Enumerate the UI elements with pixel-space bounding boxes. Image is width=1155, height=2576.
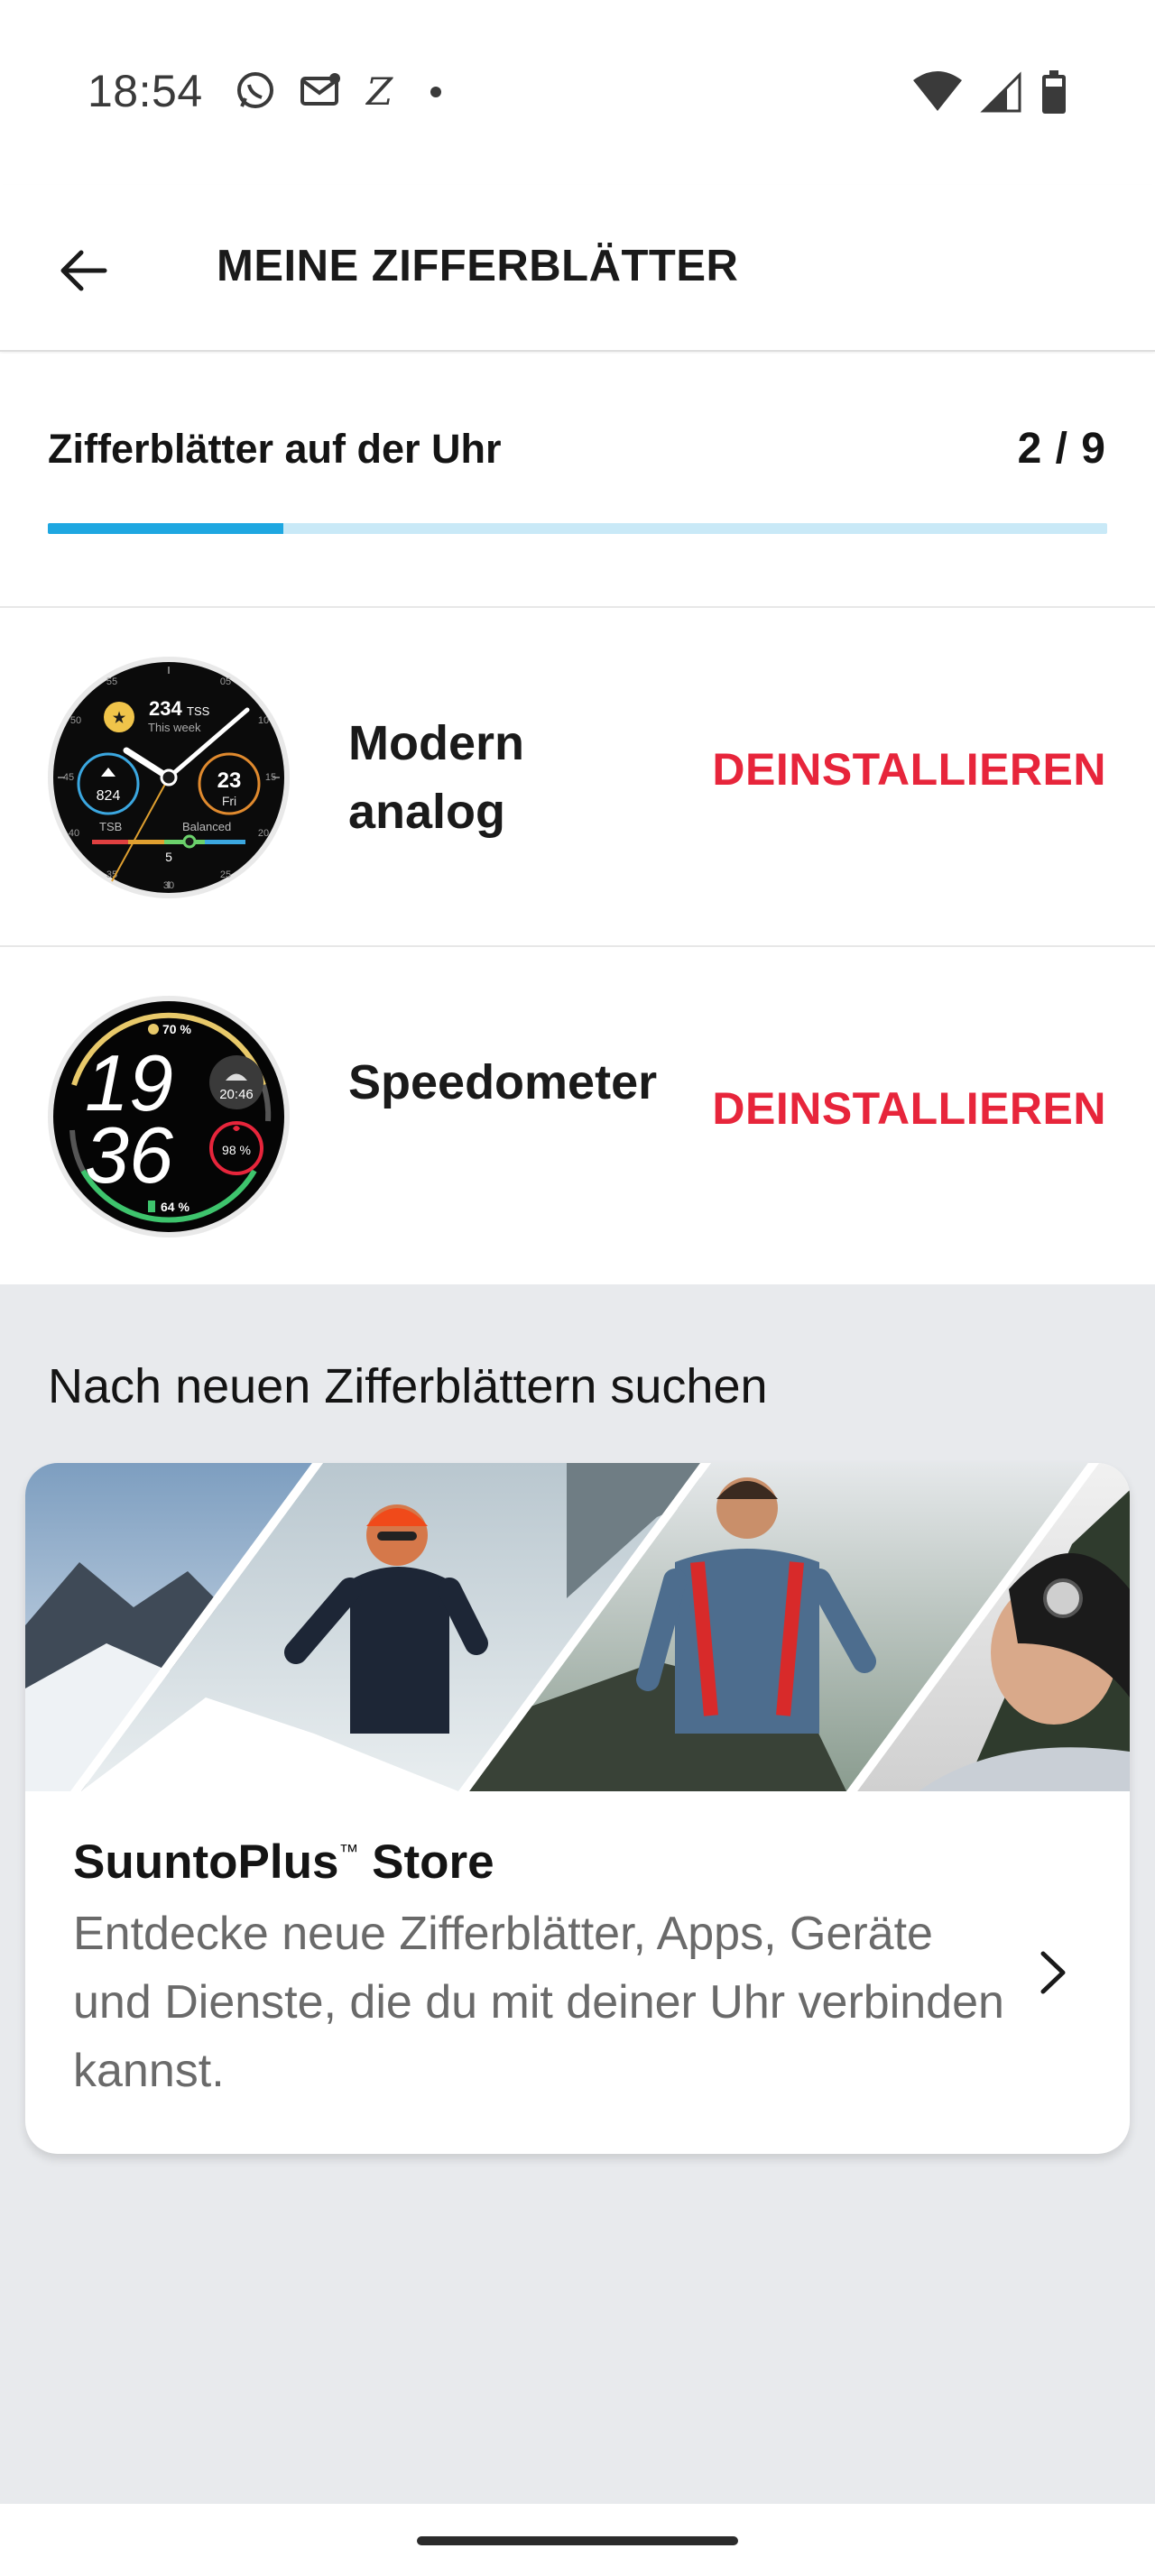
wifi-icon (911, 69, 964, 115)
svg-text:5: 5 (165, 850, 172, 864)
arrow-left-icon (60, 250, 107, 291)
svg-text:Fri: Fri (222, 794, 236, 808)
home-indicator[interactable] (417, 2536, 738, 2545)
store-description: Entdecke neue Zifferblätter, Apps, Gerät… (73, 1908, 1004, 2097)
installed-faces-label: Zifferblätter auf der Uhr (48, 426, 502, 472)
whatsapp-icon (233, 69, 278, 114)
svg-text:23: 23 (217, 768, 242, 793)
back-button[interactable] (47, 235, 119, 307)
svg-text:20:46: 20:46 (219, 1087, 254, 1102)
trademark-mark: ™ (338, 1840, 359, 1863)
dot-icon (422, 69, 449, 114)
svg-text:45: 45 (63, 772, 74, 783)
battery-icon (1040, 69, 1068, 115)
status-time: 18:54 (88, 66, 203, 116)
installed-faces-section: Zifferblätter auf der Uhr 2 / 9 (0, 354, 1155, 608)
watch-face-row[interactable]: 55 05 50 10 15 20 40 45 35 30 25 ★ 234 T… (0, 608, 1155, 947)
svg-text:234: 234 (149, 697, 182, 720)
page-title: MEINE ZIFFERBLÄTTER (217, 242, 739, 290)
browse-title: Nach neuen Zifferblättern suchen (48, 1359, 768, 1413)
installed-progress-track (48, 523, 1107, 534)
svg-text:824: 824 (97, 788, 121, 804)
svg-text:50: 50 (70, 715, 81, 726)
watch-face-preview-modern-analog: 55 05 50 10 15 20 40 45 35 30 25 ★ 234 T… (47, 656, 291, 899)
svg-text:98 %: 98 % (222, 1143, 251, 1157)
status-notification-icons: Z (233, 69, 449, 114)
uninstall-button[interactable]: DEINSTALLIEREN (712, 743, 1106, 796)
uninstall-button[interactable]: DEINSTALLIEREN (712, 1082, 1106, 1135)
svg-text:TSS: TSS (187, 704, 210, 718)
svg-text:★: ★ (113, 711, 126, 726)
svg-text:05: 05 (220, 676, 231, 687)
svg-text:This week: This week (148, 721, 201, 734)
suuntoplus-store-card[interactable]: SuuntoPlus™ Store Entdecke neue Zifferbl… (25, 1463, 1130, 2154)
svg-text:40: 40 (69, 828, 79, 839)
signal-icon (980, 69, 1023, 115)
watch-face-preview-speedometer: 70 % 19 36 20:46 98 % 64 % (47, 995, 291, 1238)
watch-face-name: Modern analog (348, 716, 524, 839)
svg-text:70 %: 70 % (162, 1022, 191, 1036)
svg-text:TSB: TSB (99, 820, 122, 833)
chevron-right-icon[interactable] (1030, 1941, 1076, 2004)
watch-face-row[interactable]: 70 % 19 36 20:46 98 % 64 % Speedometer D… (0, 947, 1155, 1286)
svg-text:15: 15 (265, 772, 276, 783)
app-bar: MEINE ZIFFERBLÄTTER (0, 185, 1155, 352)
store-hero-image (25, 1463, 1130, 1791)
mail-icon (298, 69, 343, 114)
svg-text:55: 55 (106, 676, 117, 687)
svg-text:20: 20 (258, 828, 269, 839)
system-nav-bar (0, 2504, 1155, 2576)
svg-text:Balanced: Balanced (182, 820, 231, 833)
z-app-icon: Z (363, 69, 402, 114)
installed-progress-fill (48, 523, 283, 534)
installed-faces-count: 2 / 9 (1017, 425, 1106, 473)
status-system-icons (911, 69, 1068, 115)
browse-section: Nach neuen Zifferblättern suchen SuuntoP… (0, 1284, 1155, 2504)
status-bar: 18:54 Z (0, 0, 1155, 185)
svg-text:64 %: 64 % (161, 1200, 189, 1214)
svg-text:30: 30 (163, 880, 174, 891)
watch-face-name: Speedometer (348, 1055, 658, 1109)
svg-text:36: 36 (85, 1110, 173, 1200)
svg-text:10: 10 (258, 715, 269, 726)
svg-text:25: 25 (220, 869, 231, 880)
svg-text:Z: Z (365, 69, 393, 114)
store-title: SuuntoPlus™ Store (73, 1835, 494, 1889)
